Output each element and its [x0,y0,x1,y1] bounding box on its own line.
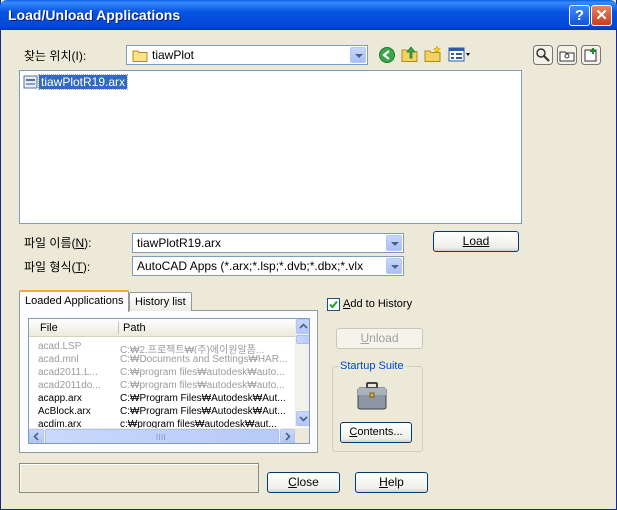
filetype-value: AutoCAD Apps (*.arx;*.lsp;*.dvb;*.dbx;*.… [137,259,364,273]
arx-file-icon [23,75,38,88]
cell-path: C:₩2.프로젝트₩(주)에이원알폼... [120,345,265,354]
table-row[interactable]: acad.mnl C:₩Documents and Settings₩HAR... [29,354,295,367]
table-row[interactable]: acapp.arx C:₩Program Files₩Autodesk₩Aut..… [29,393,295,406]
window-title: Load/Unload Applications [8,7,181,23]
table-row[interactable]: AcBlock.arx C:₩Program Files₩Autodesk₩Aut… [29,406,295,419]
scroll-down-button[interactable] [296,411,309,426]
vertical-scrollbar[interactable] [295,319,309,427]
scroll-up-button[interactable] [296,319,309,334]
loaded-apps-table[interactable]: File Path acad.LSP C:₩2.프로젝트₩(주)에이원알폼... a… [28,318,310,444]
chevron-down-icon[interactable] [386,235,402,251]
load-button[interactable]: Load [433,231,519,252]
column-header-file[interactable]: File [40,322,58,334]
table-row[interactable]: acad.LSP C:₩2.프로젝트₩(주)에이원알폼... [29,341,295,354]
chevron-down-icon[interactable] [386,258,402,274]
lookin-dropdown[interactable]: tiawPlot [126,45,368,65]
cell-file: acad.LSP [38,341,82,352]
filename-combobox[interactable]: tiawPlotR19.arx [132,233,404,253]
close-title-button[interactable]: ✕ [591,5,612,26]
find-icon[interactable] [533,45,553,65]
grip-icon [156,434,165,440]
filetype-dropdown[interactable]: AutoCAD Apps (*.arx;*.lsp;*.dvb;*.dbx;*.… [132,256,404,276]
column-header-path[interactable]: Path [123,322,146,334]
table-header: File Path [29,319,295,337]
hscroll-thumb[interactable] [45,429,279,443]
table-row[interactable]: acad2011do... C:₩program files₩autodesk₩a… [29,380,295,393]
chevron-down-icon [299,416,308,422]
cell-path: C:₩Program Files₩Autodesk₩Aut... [120,406,286,417]
cell-path: C:₩program files₩autodesk₩auto... [120,367,285,378]
filename-value: tiawPlotR19.arx [137,236,222,250]
chevron-up-icon [299,323,308,329]
lookin-label: 찾는 위치(I): [24,49,87,63]
scroll-left-button[interactable] [29,429,44,443]
add-to-history-label: Add to History [343,298,413,310]
lookin-value: tiawPlot [152,48,195,62]
chevron-down-icon[interactable] [350,47,366,63]
cell-file: acad2011do... [38,380,101,391]
startup-suite-title: Startup Suite [338,360,406,372]
scroll-right-button[interactable] [280,429,295,443]
load-button-label: Load [462,234,490,248]
file-browser-list[interactable]: tiawPlotR19.arx [19,70,522,224]
table-row[interactable]: acad2011.L... C:₩program files₩autodesk₩a… [29,367,295,380]
views-menu-icon[interactable] [448,47,472,62]
file-list-item[interactable]: tiawPlotR19.arx [23,73,129,90]
cell-file: AcBlock.arx [38,406,91,417]
close-button[interactable]: Close [267,472,340,493]
cell-path: C:₩program files₩autodesk₩auto... [120,380,285,391]
new-folder-icon[interactable] [424,45,442,63]
back-icon[interactable] [378,46,396,64]
up-folder-icon[interactable] [401,45,419,63]
cell-file: acad.mnl [38,354,79,365]
folder-icon [132,50,148,62]
scroll-corner [295,428,309,443]
checkmark-icon [329,300,338,309]
add-to-history-checkbox[interactable] [327,298,340,311]
contents-button[interactable]: Contents... [340,422,412,443]
unload-button[interactable]: Unload [336,328,423,349]
tab-loaded-applications[interactable]: Loaded Applications [19,290,130,312]
search-folder-icon[interactable] [557,45,577,65]
help-title-button[interactable]: ? [569,5,590,26]
tab-history-list[interactable]: History list [129,292,192,311]
chevron-left-icon [33,432,39,441]
help-button[interactable]: Help [355,472,428,493]
cell-file: acapp.arx [38,393,82,404]
cell-file: acad2011.L... [38,367,98,378]
cell-path: C:₩Program Files₩Autodesk₩Aut... [120,393,286,404]
horizontal-scrollbar[interactable] [29,428,295,443]
file-name-label: tiawPlotR19.arx [37,73,129,90]
chevron-right-icon [285,432,291,441]
filename-label: 파일 이름(N): [24,236,92,250]
status-box [19,463,259,493]
scroll-thumb[interactable] [296,335,309,344]
briefcase-icon[interactable] [356,381,388,411]
add-favorite-icon[interactable] [581,45,601,65]
filetype-label: 파일 형식(T): [24,260,91,274]
cell-path: C:₩Documents and Settings₩HAR... [120,354,288,365]
